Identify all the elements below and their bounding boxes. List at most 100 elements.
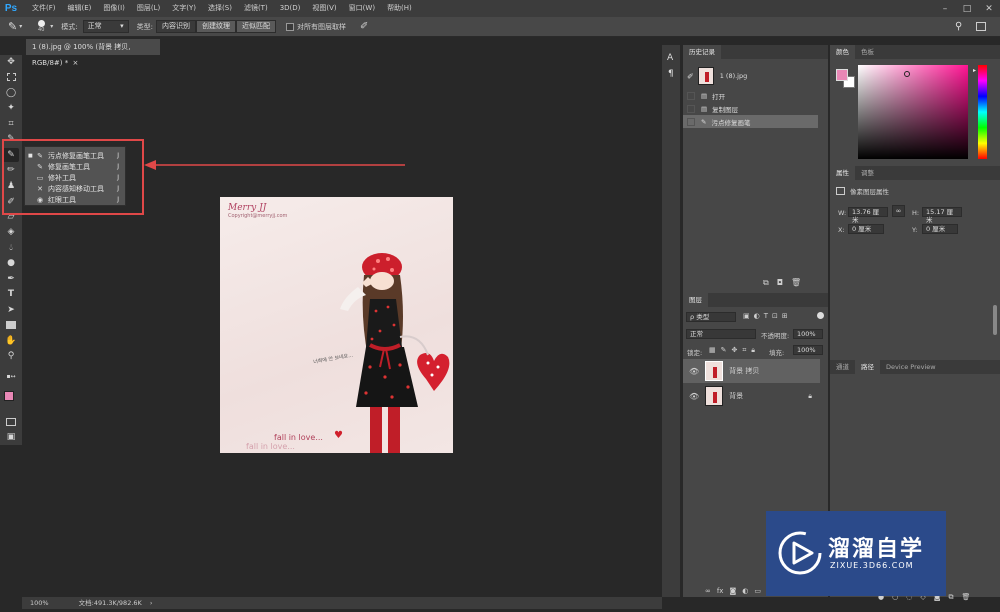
tab-adjustments[interactable]: 调整 bbox=[855, 166, 880, 180]
sample-all-layers-checkbox[interactable] bbox=[285, 22, 294, 31]
character-panel-icon[interactable]: A bbox=[667, 53, 673, 63]
pen-tool-icon[interactable]: ✒ bbox=[3, 272, 19, 286]
new-group-icon[interactable]: ▭ bbox=[754, 587, 761, 596]
blur-tool-icon[interactable]: 💧︎ bbox=[3, 241, 19, 255]
tab-channels[interactable]: 通道 bbox=[830, 360, 855, 374]
menu-item[interactable]: 滤镜(T) bbox=[238, 0, 274, 17]
layer-name[interactable]: 背景 bbox=[729, 391, 743, 401]
layer-row[interactable]: 👁︎ 背景 🔒︎ bbox=[683, 384, 820, 408]
new-document-from-state-icon[interactable]: ⧉ bbox=[763, 278, 769, 288]
menu-item[interactable]: 文字(Y) bbox=[166, 0, 202, 17]
hand-tool-icon[interactable]: ✋ bbox=[3, 334, 19, 348]
magic-wand-tool-icon[interactable]: ✦ bbox=[3, 101, 19, 115]
paragraph-panel-icon[interactable]: ¶ bbox=[668, 69, 674, 79]
layer-row[interactable]: 👁︎ 背景 拷贝 bbox=[683, 359, 820, 383]
opacity-input[interactable]: 100% bbox=[793, 329, 823, 339]
menu-item[interactable]: 视图(V) bbox=[306, 0, 342, 17]
close-tab-icon[interactable]: × bbox=[72, 59, 78, 67]
menu-item[interactable]: 文件(F) bbox=[26, 0, 62, 17]
paint-bucket-tool-icon[interactable]: ◈ bbox=[3, 225, 19, 239]
maximize-button[interactable]: □ bbox=[956, 0, 978, 17]
move-tool-icon[interactable]: ✥ bbox=[3, 55, 19, 69]
menu-item[interactable]: 图层(L) bbox=[131, 0, 166, 17]
chevron-down-icon[interactable]: ▾ bbox=[19, 23, 22, 30]
minimize-button[interactable]: – bbox=[934, 0, 956, 17]
layer-filter-select[interactable]: ρ 类型 bbox=[686, 312, 736, 322]
menu-item[interactable]: 图像(I) bbox=[97, 0, 131, 17]
foreground-color-swatch[interactable] bbox=[4, 391, 14, 401]
fx-icon[interactable]: fx bbox=[717, 587, 724, 596]
proximity-match-button[interactable]: 近似匹配 bbox=[235, 20, 276, 33]
tool-preset-icon[interactable]: ✎ bbox=[8, 20, 17, 33]
height-input[interactable]: 15.17 厘米 bbox=[922, 207, 962, 224]
blend-mode-select[interactable]: 正常 bbox=[686, 329, 756, 339]
canvas-image[interactable]: Merry JJ Copyright@merryjj.com 너희에 안 보네요… bbox=[220, 197, 453, 453]
menu-item[interactable]: 窗口(W) bbox=[343, 0, 381, 17]
filter-toggle-icon[interactable] bbox=[817, 312, 824, 319]
history-item-duplicate-layer[interactable]: ▤ 复制图层 bbox=[683, 102, 818, 115]
x-input[interactable]: 0 厘米 bbox=[848, 224, 884, 234]
zoom-level[interactable]: 100% bbox=[30, 599, 49, 607]
eye-icon[interactable]: 👁︎ bbox=[689, 367, 699, 376]
fill-input[interactable]: 100% bbox=[793, 345, 823, 355]
new-path-icon[interactable]: ⧉ bbox=[949, 593, 954, 602]
lock-icons[interactable]: ▦✎✥⌗🔒︎ bbox=[709, 346, 760, 355]
layer-filter-icons[interactable]: ▣◐T⊡⊞ bbox=[743, 312, 792, 320]
hue-slider-marker[interactable]: ▸ bbox=[973, 67, 976, 74]
tab-properties[interactable]: 属性 bbox=[830, 166, 855, 180]
type-tool-icon[interactable]: T bbox=[3, 287, 19, 301]
hue-slider[interactable] bbox=[978, 65, 987, 159]
add-mask-icon[interactable]: ◙ bbox=[729, 587, 736, 596]
lasso-tool-icon[interactable]: ◯ bbox=[3, 86, 19, 100]
search-icon[interactable]: ⚲ bbox=[955, 21, 962, 32]
screen-mode-icon[interactable]: ▣ bbox=[3, 430, 19, 444]
tab-history[interactable]: 历史记录 bbox=[683, 45, 721, 59]
color-field[interactable] bbox=[858, 65, 968, 159]
adjustment-layer-icon[interactable]: ◐ bbox=[742, 587, 748, 596]
brush-picker[interactable]: 40 bbox=[34, 20, 48, 33]
y-input[interactable]: 0 厘米 bbox=[922, 224, 958, 234]
quick-mask-icon[interactable] bbox=[3, 415, 19, 429]
color-picker-cursor[interactable] bbox=[904, 71, 910, 77]
foreground-color-swatch[interactable] bbox=[836, 69, 848, 81]
rectangle-tool-icon[interactable] bbox=[3, 318, 19, 332]
tab-swatches[interactable]: 色板 bbox=[855, 45, 880, 59]
path-selection-tool-icon[interactable]: ➤ bbox=[3, 303, 19, 317]
trash-icon[interactable]: 🗑︎ bbox=[962, 593, 971, 602]
dodge-tool-icon[interactable]: ● bbox=[3, 256, 19, 270]
crop-tool-icon[interactable]: ⌗ bbox=[3, 117, 19, 131]
history-item-spot-healing[interactable]: ✎ 污点修复画笔 bbox=[683, 115, 818, 128]
link-layers-icon[interactable]: ∞ bbox=[705, 587, 711, 596]
chevron-down-icon[interactable]: ▾ bbox=[50, 23, 53, 30]
menu-item[interactable]: 选择(S) bbox=[202, 0, 238, 17]
eye-icon[interactable]: 👁︎ bbox=[689, 392, 699, 401]
camera-icon[interactable]: ◘ bbox=[777, 278, 783, 288]
panel-scrollbar[interactable] bbox=[993, 305, 997, 335]
menu-item[interactable]: 帮助(H) bbox=[381, 0, 418, 17]
tab-layers[interactable]: 图层 bbox=[683, 293, 708, 307]
workspace-icon[interactable] bbox=[976, 22, 986, 31]
tab-paths[interactable]: 路径 bbox=[855, 360, 880, 374]
properties-header: 像素图层属性 bbox=[836, 186, 889, 196]
document-tab[interactable]: 1 (8).jpg @ 100% (背景 拷贝, RGB/8#) * × bbox=[26, 39, 160, 67]
menu-item[interactable]: 3D(D) bbox=[274, 0, 307, 17]
snapshot-name: 1 (8).jpg bbox=[719, 72, 748, 80]
tab-device-preview[interactable]: Device Preview bbox=[880, 360, 942, 374]
marquee-tool-icon[interactable] bbox=[3, 70, 19, 84]
mode-select[interactable]: 正常 ▾ bbox=[82, 20, 129, 33]
history-item-open[interactable]: ▤ 打开 bbox=[683, 89, 818, 102]
history-snapshot[interactable]: ✐ 1 (8).jpg bbox=[683, 65, 818, 87]
close-button[interactable]: ✕ bbox=[978, 0, 1000, 17]
width-input[interactable]: 13.76 厘米 bbox=[848, 207, 888, 224]
content-aware-button[interactable]: 内容识别 bbox=[155, 20, 196, 33]
trash-icon[interactable]: 🗑︎ bbox=[791, 278, 801, 288]
link-icon[interactable]: ∞ bbox=[892, 205, 905, 217]
create-texture-button[interactable]: 创建纹理 bbox=[195, 20, 236, 33]
menu-item[interactable]: 编辑(E) bbox=[62, 0, 98, 17]
zoom-tool-icon[interactable]: ⚲ bbox=[3, 349, 19, 363]
default-colors-icon[interactable]: ▪↔ bbox=[3, 369, 19, 383]
chevron-right-icon[interactable]: › bbox=[150, 599, 153, 607]
tab-color[interactable]: 颜色 bbox=[830, 45, 855, 59]
pressure-icon[interactable]: ✐ bbox=[360, 21, 368, 32]
layer-name[interactable]: 背景 拷贝 bbox=[729, 366, 759, 376]
